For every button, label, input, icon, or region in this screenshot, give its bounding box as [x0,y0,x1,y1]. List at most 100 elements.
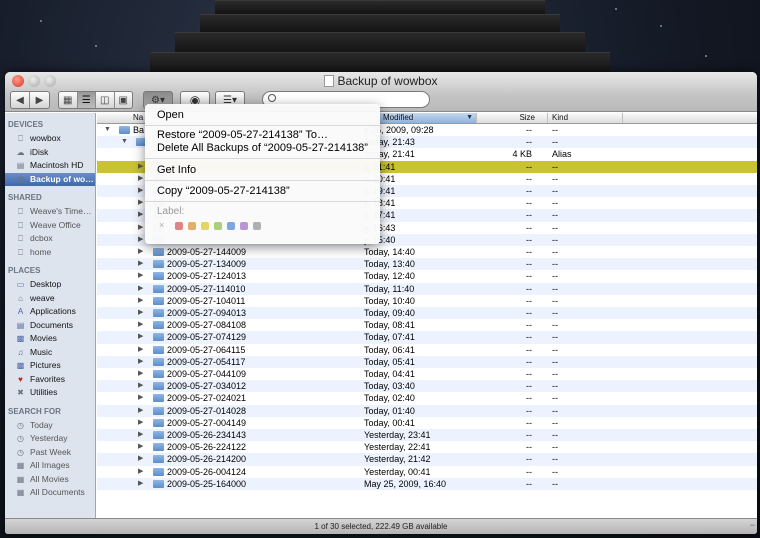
size-column-header[interactable]: Size [477,113,548,123]
table-row[interactable]: ▶ 2009-05-27-034012 Today, 03:40 -- -- [97,380,757,393]
disclosure-triangle-icon[interactable]: ▶ [138,405,143,417]
disclosure-triangle-icon[interactable]: ▶ [138,368,143,380]
disclosure-triangle-icon[interactable]: ▶ [138,295,143,307]
row-kind: -- [552,186,558,196]
label-none-icon[interactable]: × [159,220,164,230]
sidebar-item[interactable]: ▦ All Movies [5,473,95,487]
icon-view-button[interactable]: ▦ [59,92,78,108]
label-color-swatch[interactable] [188,222,196,230]
disclosure-triangle-icon[interactable]: ▶ [138,185,143,197]
table-row[interactable]: ▶ 2009-05-27-004149 Today, 00:41 -- -- [97,417,757,429]
table-row[interactable]: ▶ 2009-05-27-074129 Today, 07:41 -- -- [97,331,757,344]
disclosure-triangle-icon[interactable]: ▶ [138,209,143,221]
disclosure-triangle-icon[interactable]: ▶ [138,441,143,453]
table-row[interactable]: ▶ 2009-05-26-224122 Yesterday, 22:41 -- -- [97,441,757,453]
sidebar-item[interactable]: A Applications [5,305,95,319]
disclosure-triangle-icon[interactable]: ▶ [138,161,143,173]
sidebar-item[interactable]: ⎕ home [5,246,95,260]
label-color-swatch[interactable] [201,222,209,230]
title-bar[interactable]: Backup of wowbox ◀ ▶ ▦ ☰ ◫ ▣ ⚙▾ ◉ ☰▾ [5,72,757,112]
list-view-button[interactable]: ☰ [77,92,96,108]
table-row[interactable]: ▶ 2009-05-27-014028 Today, 01:40 -- -- [97,404,757,417]
sidebar-item[interactable]: ▩ Pictures [5,359,95,373]
table-row[interactable]: ▶ 2009-05-27-094013 Today, 09:40 -- -- [97,307,757,320]
row-size: -- [526,295,532,306]
table-row[interactable]: ▶ 2009-05-27-144009 Today, 14:40 -- -- [97,246,757,258]
table-row[interactable]: ▶ 2009-05-25-164000 May 25, 2009, 16:40 -- -… [97,477,757,490]
table-row[interactable]: ▶ 2009-05-27-064115 Today, 06:41 -- -- [97,344,757,356]
forward-button[interactable]: ▶ [30,92,49,108]
menu-item-get-info[interactable]: Get Info [157,164,196,176]
table-row[interactable]: ▶ 2009-05-27-024021 Today, 02:40 -- -- [97,392,757,404]
sidebar-item[interactable]: ▩ Movies [5,332,95,346]
disclosure-triangle-icon[interactable]: ▼ [104,124,111,136]
table-row[interactable]: ▶ 2009-05-27-054117 Today, 05:41 -- -- [97,355,757,368]
sidebar-item[interactable]: ▭ Desktop [5,278,95,292]
table-row[interactable]: ▶ 2009-05-27-084108 Today, 08:41 -- -- [97,319,757,331]
sidebar-item[interactable]: ▦ All Images [5,459,95,473]
sidebar-item[interactable]: ✖ Utilities [5,386,95,400]
disclosure-triangle-icon[interactable]: ▶ [138,478,143,490]
disclosure-triangle-icon[interactable]: ▼ [121,136,128,148]
disclosure-triangle-icon[interactable]: ▶ [138,344,143,356]
disclosure-triangle-icon[interactable]: ▶ [138,197,143,209]
kind-column-header[interactable]: Kind [548,113,623,123]
disclosure-triangle-icon[interactable]: ▶ [138,417,143,429]
table-row[interactable]: ▶ 2009-05-26-004124 Yesterday, 00:41 -- -- [97,466,757,478]
disclosure-triangle-icon[interactable]: ▶ [138,453,143,465]
column-view-button[interactable]: ◫ [96,92,115,108]
sidebar-item[interactable]: ⎕ dcbox [5,232,95,246]
sidebar-item[interactable]: ◷ Today [5,419,95,433]
disclosure-triangle-icon[interactable]: ▶ [138,356,143,368]
table-row[interactable]: ▶ 2009-05-26-234143 Yesterday, 23:41 -- -- [97,429,757,442]
label-color-swatch[interactable] [214,222,222,230]
status-bar: 1 of 30 selected, 222.49 GB available − [5,518,757,534]
sidebar-item[interactable]: ♫ Music [5,346,95,360]
menu-item-copy[interactable]: Copy “2009-05-27-214138” [157,185,290,197]
table-row[interactable]: ▶ 2009-05-27-124013 Today, 12:40 -- -- [97,270,757,282]
table-row[interactable]: ▶ 2009-05-27-134009 Today, 13:40 -- -- [97,258,757,271]
sidebar-item[interactable]: ▤ Documents [5,319,95,333]
disclosure-triangle-icon[interactable]: ▶ [138,270,143,282]
menu-item-delete-all-backups[interactable]: Delete All Backups of “2009-05-27-214138… [157,142,368,154]
table-row[interactable]: ▶ 2009-05-27-044109 Today, 04:41 -- -- [97,368,757,380]
table-row[interactable]: ▶ 2009-05-26-214200 Yesterday, 21:42 -- -- [97,453,757,466]
label-color-swatch[interactable] [253,222,261,230]
disclosure-triangle-icon[interactable]: ▶ [138,429,143,441]
disclosure-triangle-icon[interactable]: ▶ [138,246,143,258]
menu-item-open[interactable]: Open [157,109,184,121]
disclosure-triangle-icon[interactable]: ▶ [138,392,143,404]
sidebar-item[interactable]: ⎕ Weave Office [5,219,95,233]
disclosure-triangle-icon[interactable]: ▶ [138,466,143,478]
sidebar-item[interactable]: ◷ Past Week [5,446,95,460]
disclosure-triangle-icon[interactable]: ▶ [138,331,143,343]
sidebar-item[interactable]: ☁ iDisk [5,146,95,160]
disclosure-triangle-icon[interactable]: ▶ [138,234,143,246]
folder-icon [153,248,164,256]
sidebar-item[interactable]: ♥ Favorites [5,373,95,387]
date-modified-column-header[interactable]: Modified ▼ [377,113,477,123]
label-color-swatch[interactable] [240,222,248,230]
disclosure-triangle-icon[interactable]: ▶ [138,258,143,270]
disclosure-triangle-icon[interactable]: ▶ [138,307,143,319]
table-row[interactable]: ▶ 2009-05-27-114010 Today, 11:40 -- -- [97,282,757,295]
disclosure-triangle-icon[interactable]: ▶ [138,283,143,295]
sidebar-item[interactable]: ◷ Backup of wo… [5,172,95,186]
cover-flow-button[interactable]: ▣ [115,92,133,108]
disclosure-triangle-icon[interactable]: ▶ [138,319,143,331]
disclosure-triangle-icon[interactable]: ▶ [138,380,143,392]
disclosure-triangle-icon[interactable]: ▶ [138,222,143,234]
sidebar-item[interactable]: ▦ All Documents [5,486,95,500]
back-button[interactable]: ◀ [11,92,31,108]
sidebar-item[interactable]: ⌂ weave [5,292,95,306]
sidebar-item[interactable]: ▤ Macintosh HD [5,159,95,173]
resize-grip-icon[interactable]: − [750,518,755,533]
table-row[interactable]: ▶ 2009-05-27-104011 Today, 10:40 -- -- [97,295,757,307]
label-color-swatch[interactable] [227,222,235,230]
label-color-swatch[interactable] [175,222,183,230]
menu-item-restore[interactable]: Restore “2009-05-27-214138” To… [157,129,328,141]
sidebar-item[interactable]: ◷ Yesterday [5,432,95,446]
sidebar-item[interactable]: ⎕ wowbox [5,132,95,146]
sidebar-item[interactable]: ⎕ Weave's Time… [5,205,95,219]
disclosure-triangle-icon[interactable]: ▶ [138,173,143,185]
